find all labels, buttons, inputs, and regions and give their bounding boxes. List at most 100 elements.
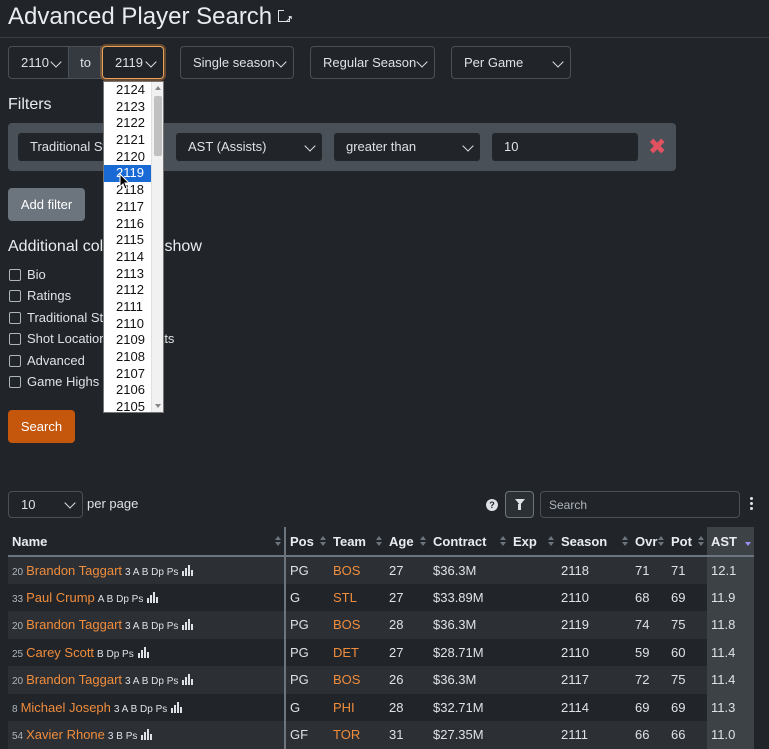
cell-ast: 12.1	[707, 556, 754, 584]
cell-contract: $36.3M	[429, 611, 509, 639]
player-link[interactable]: Xavier Rhone	[26, 727, 105, 742]
column-header-ovr[interactable]: Ovr	[631, 527, 667, 557]
cell-team: BOS	[329, 666, 385, 694]
column-option-game-highs[interactable]: Game Highs	[9, 374, 99, 390]
cell-pot: 75	[667, 611, 707, 639]
team-link[interactable]: DET	[333, 645, 359, 660]
bar-chart-icon[interactable]	[182, 674, 194, 686]
cell-pot: 75	[667, 666, 707, 694]
add-filter-button[interactable]: Add filter	[8, 188, 85, 221]
cell-ovr: 68	[635, 589, 650, 605]
jersey-number: 33	[12, 593, 24, 605]
help-icon[interactable]: ?	[486, 499, 498, 511]
column-header-pos[interactable]: Pos	[285, 527, 329, 557]
cell-ovr: 71	[631, 556, 667, 584]
chevron-down-icon	[304, 140, 316, 152]
cell-pos: PG	[285, 556, 329, 584]
cell-team: BOS	[329, 611, 385, 639]
player-link[interactable]: Brandon Taggart	[26, 672, 122, 687]
column-header-contract[interactable]: Contract	[429, 527, 509, 557]
dropdown-scrollbar[interactable]	[151, 82, 163, 412]
page-title: Advanced Player Search	[8, 0, 293, 37]
filters-heading: Filters	[8, 96, 52, 113]
team-link[interactable]: BOS	[333, 672, 360, 687]
cell-ovr: 74	[631, 611, 667, 639]
season-to-dropdown[interactable]: 2124 2123 2122 2121 2120 2119 2118 2117 2116 2115…	[103, 81, 164, 413]
cell-team: PHI	[329, 694, 385, 722]
player-link[interactable]: Paul Crump	[26, 590, 95, 605]
season-mode-select[interactable]: Single season	[180, 46, 294, 79]
skill-labels: A B Dp Ps	[97, 593, 144, 605]
checkbox[interactable]	[9, 312, 21, 324]
column-header-name[interactable]: Name	[8, 527, 286, 557]
player-link[interactable]: Carey Scott	[26, 645, 94, 660]
player-link[interactable]: Michael Joseph	[21, 700, 111, 715]
cell-pos: PG	[285, 611, 329, 639]
cell-name: 20 Brandon Taggart 3 A B Dp Ps	[8, 556, 286, 584]
cell-season: 2119	[557, 611, 631, 639]
cell-contract: $32.71M	[433, 699, 484, 715]
cell-age: 27	[385, 556, 429, 584]
player-link[interactable]: Brandon Taggart	[26, 563, 122, 578]
column-option-advanced[interactable]: Advanced	[9, 353, 85, 369]
column-option-ratings[interactable]: Ratings	[9, 288, 71, 304]
table-search-input[interactable]	[540, 491, 740, 518]
bar-chart-icon[interactable]	[137, 646, 149, 658]
cell-name: 20 Brandon Taggart 3 A B Dp Ps	[8, 611, 286, 639]
cell-season: 2118	[557, 556, 631, 584]
column-header-season[interactable]: Season	[557, 527, 631, 557]
column-header-team[interactable]: Team	[329, 527, 385, 557]
external-link-icon[interactable]	[278, 3, 293, 37]
player-stats-table: Name Pos Team Age Contract Exp Season Ov…	[8, 527, 754, 749]
cell-ast: 11.3	[707, 693, 754, 721]
team-link[interactable]: STL	[333, 590, 357, 605]
checkbox[interactable]	[9, 269, 21, 281]
bar-chart-icon[interactable]	[182, 564, 194, 576]
checkbox[interactable]	[9, 376, 21, 388]
season-to-select[interactable]: 2119	[102, 46, 164, 79]
bar-chart-icon[interactable]	[182, 619, 194, 631]
filter-stat-select[interactable]: AST (Assists)	[175, 132, 323, 162]
more-options-icon[interactable]	[750, 497, 754, 512]
season-from-select[interactable]: 2110	[8, 46, 69, 79]
per-page-select[interactable]: 10	[8, 491, 83, 518]
scroll-up-icon[interactable]	[155, 86, 161, 90]
checkbox[interactable]	[9, 355, 21, 367]
table-row: 20 Brandon Taggart 3 A B Dp Ps PG BOS 27 $36.3…	[8, 556, 754, 584]
scroll-down-icon[interactable]	[155, 404, 161, 408]
filter-operator-select[interactable]: greater than	[333, 132, 481, 162]
search-button[interactable]: Search	[8, 410, 75, 443]
cell-pos: G	[290, 589, 301, 605]
cell-exp	[509, 611, 557, 639]
team-link[interactable]: PHI	[333, 700, 355, 715]
checkbox[interactable]	[9, 290, 21, 302]
filter-value-input[interactable]: 10	[491, 132, 639, 162]
skill-labels: 3 A B Dp Ps	[125, 676, 179, 688]
cell-exp	[509, 584, 557, 612]
close-icon[interactable]: ✖	[648, 136, 666, 158]
column-option-bio[interactable]: Bio	[9, 267, 46, 283]
bar-chart-icon[interactable]	[171, 701, 183, 713]
cell-pot: 66	[667, 721, 707, 749]
column-header-exp[interactable]: Exp	[509, 527, 557, 557]
column-header-pot[interactable]: Pot	[667, 527, 707, 557]
checkbox[interactable]	[9, 333, 21, 345]
player-link[interactable]: Brandon Taggart	[26, 617, 122, 632]
scrollbar-thumb[interactable]	[154, 96, 162, 156]
column-header-ast[interactable]: AST	[707, 527, 754, 557]
filter-toggle-button[interactable]	[505, 491, 534, 518]
skill-labels: 3 B Ps	[107, 731, 138, 743]
season-type-select[interactable]: Regular Season	[310, 46, 435, 79]
team-link[interactable]: BOS	[333, 563, 360, 578]
team-link[interactable]: BOS	[333, 617, 360, 632]
cell-exp	[509, 639, 557, 667]
skill-labels: 3 A B Dp Ps	[113, 703, 168, 715]
per-page-label: per page	[87, 496, 139, 511]
stat-type-select[interactable]: Per Game	[451, 46, 571, 79]
column-header-age[interactable]: Age	[385, 527, 429, 557]
cell-name: 33 Paul Crump A B Dp Ps	[8, 583, 286, 611]
team-link[interactable]: TOR	[333, 727, 360, 742]
sort-icon	[698, 536, 704, 548]
cell-ast: 11.8	[707, 611, 754, 639]
bar-chart-icon[interactable]	[147, 591, 159, 603]
